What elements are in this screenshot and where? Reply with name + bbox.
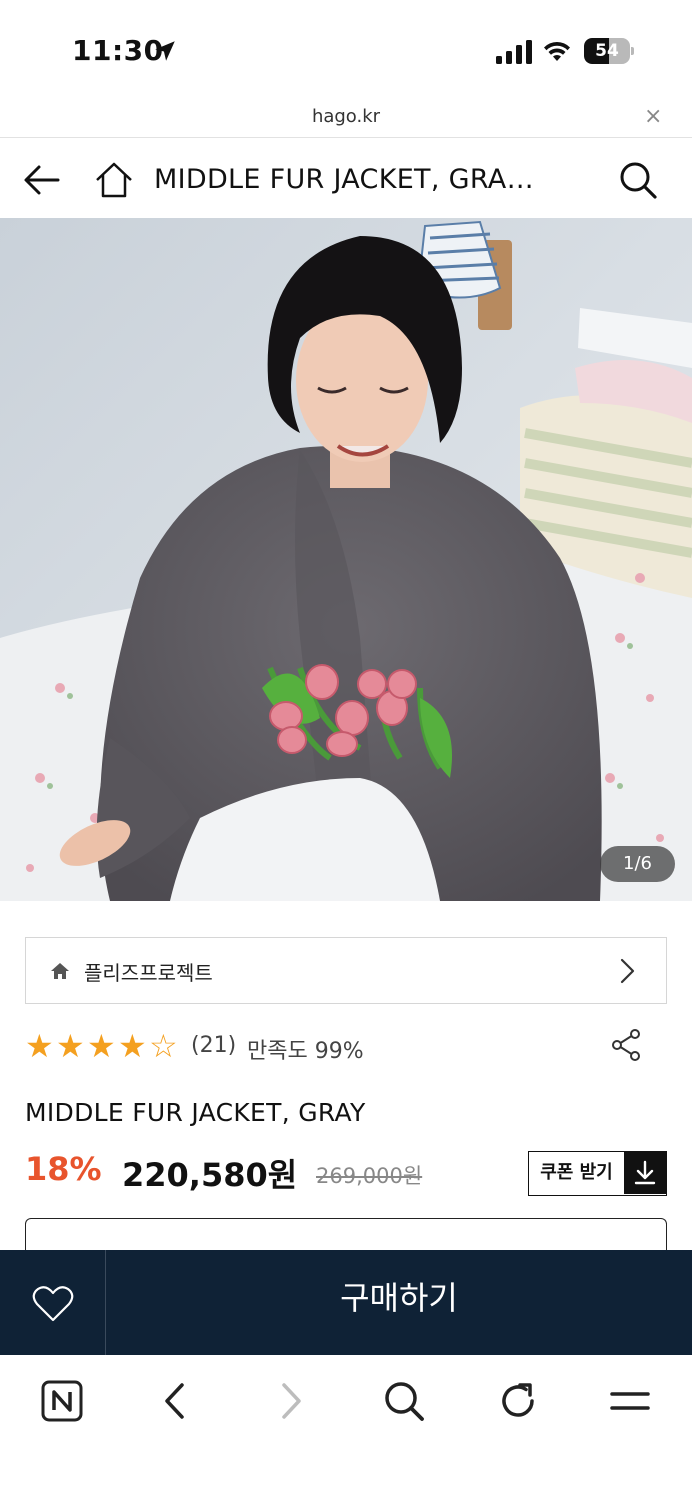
original-price: 269,000원: [316, 1164, 423, 1188]
status-bar: 11:30 54: [0, 0, 692, 100]
url-bar[interactable]: hago.kr ×: [0, 100, 692, 138]
home-icon[interactable]: [94, 160, 134, 200]
location-arrow-icon: [155, 41, 175, 61]
heart-icon: [32, 1286, 74, 1322]
shop-name: 플리즈프로젝트: [84, 961, 213, 985]
shop-home-icon: [51, 963, 69, 979]
product-image[interactable]: [0, 218, 692, 901]
star-full-icon: ★: [56, 1027, 85, 1065]
star-full-icon: ★: [25, 1027, 54, 1065]
download-icon: [624, 1152, 666, 1194]
page-header: MIDDLE FUR JACKET, GRA…: [0, 140, 692, 218]
purchase-bar: 구매하기: [0, 1250, 692, 1355]
product-name: MIDDLE FUR JACKET, GRAY: [25, 1098, 366, 1127]
status-time: 11:30: [72, 34, 164, 67]
battery-level: 54: [595, 41, 619, 61]
cellular-signal-icon: [496, 40, 532, 64]
coupon-label: 쿠폰 받기: [540, 1162, 613, 1183]
wishlist-button[interactable]: [0, 1250, 106, 1355]
naver-icon[interactable]: [40, 1379, 84, 1423]
browser-toolbar: [0, 1355, 692, 1500]
search-icon[interactable]: [618, 160, 658, 200]
chevron-right-icon: [620, 958, 635, 984]
page-title: MIDDLE FUR JACKET, GRA…: [154, 164, 534, 195]
shop-link[interactable]: 플리즈프로젝트: [25, 937, 667, 1004]
back-icon[interactable]: [154, 1379, 198, 1423]
reload-icon[interactable]: [496, 1379, 540, 1423]
coupon-button[interactable]: 쿠폰 받기: [528, 1151, 667, 1196]
menu-icon[interactable]: [608, 1379, 652, 1423]
back-arrow-icon[interactable]: [22, 162, 62, 198]
share-icon[interactable]: [610, 1028, 644, 1062]
forward-icon[interactable]: [268, 1379, 312, 1423]
buy-button[interactable]: 구매하기: [106, 1250, 692, 1355]
discount-rate: 18%: [25, 1150, 102, 1188]
wifi-icon: [544, 41, 570, 61]
satisfaction-rate: 만족도 99%: [247, 1039, 364, 1064]
url-text[interactable]: hago.kr: [0, 106, 692, 127]
rating-row: ★ ★ ★ ★ ☆ (21) 만족도 99%: [25, 1028, 670, 1068]
close-icon[interactable]: ×: [644, 106, 662, 128]
image-counter: 1/6: [600, 846, 675, 882]
battery-indicator: 54: [584, 38, 634, 64]
review-count[interactable]: (21): [191, 1033, 236, 1058]
star-half-icon: ☆: [149, 1027, 178, 1065]
star-full-icon: ★: [87, 1027, 116, 1065]
star-full-icon: ★: [118, 1027, 147, 1065]
search-icon[interactable]: [382, 1379, 426, 1423]
sale-price: 220,580원: [122, 1156, 298, 1194]
product-photo: [0, 218, 692, 901]
star-rating: ★ ★ ★ ★ ☆: [25, 1028, 180, 1064]
